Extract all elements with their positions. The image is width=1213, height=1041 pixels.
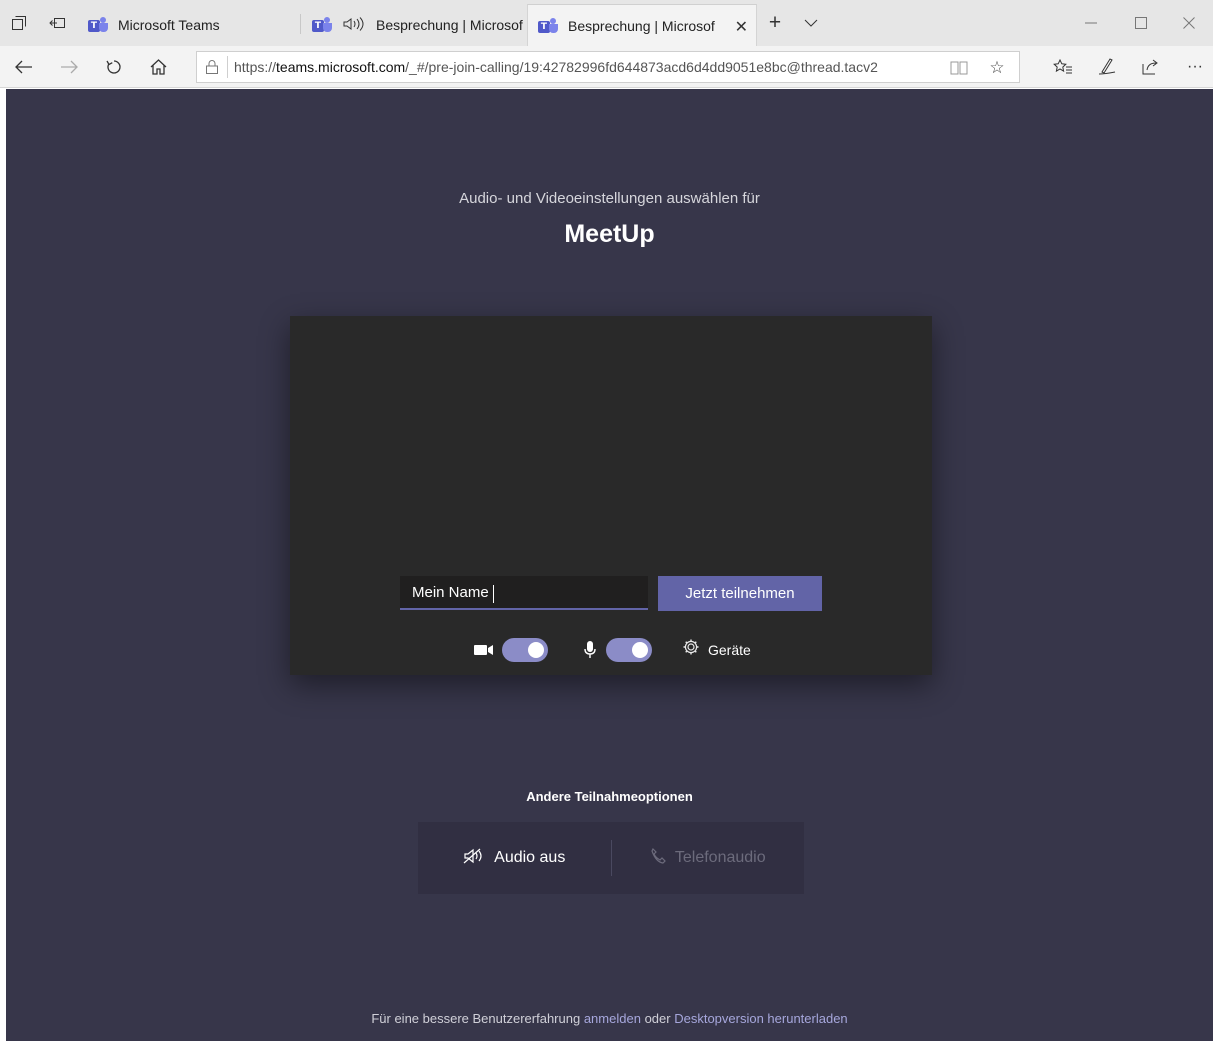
footer-hint: Für eine bessere Benutzererfahrung anmel… xyxy=(371,1011,848,1026)
meeting-title: MeetUp xyxy=(564,220,655,248)
devices-button[interactable]: Geräte xyxy=(682,638,751,661)
audio-off-label: Audio aus xyxy=(494,849,566,866)
tab-microsoft-teams[interactable]: T Microsoft Teams xyxy=(78,4,300,46)
phone-audio-label: Telefonaudio xyxy=(674,849,766,866)
join-now-button[interactable]: Jetzt teilnehmen xyxy=(658,576,822,611)
microphone-toggle[interactable] xyxy=(606,638,652,662)
prejoin-subtitle: Audio- und Videoeinstellungen auswählen … xyxy=(459,190,760,207)
sign-in-link[interactable]: anmelden xyxy=(584,1011,641,1026)
tab-title: Microsoft Teams xyxy=(118,17,220,33)
teams-prejoin-screen: Audio- und Videoeinstellungen auswählen … xyxy=(6,89,1213,1041)
teams-logo-icon: T xyxy=(312,17,332,33)
refresh-icon[interactable] xyxy=(97,50,131,84)
download-desktop-link[interactable]: Desktopversion herunterladen xyxy=(674,1011,847,1026)
phone-icon xyxy=(650,847,666,869)
camera-toggle[interactable] xyxy=(502,638,548,662)
video-preview-panel: Jetzt teilnehmen Geräte xyxy=(290,316,932,675)
speaker-audio-icon[interactable] xyxy=(342,16,368,34)
browser-toolbar: https://teams.microsoft.com/_#/pre-join-… xyxy=(0,46,1213,88)
share-icon[interactable] xyxy=(1134,50,1168,84)
maximize-icon[interactable] xyxy=(1117,8,1165,38)
camera-control xyxy=(474,637,548,663)
close-tab-icon[interactable]: ✕ xyxy=(735,17,748,37)
lock-icon[interactable] xyxy=(197,60,227,74)
audio-off-option[interactable]: Audio aus xyxy=(418,848,611,869)
close-window-icon[interactable] xyxy=(1165,8,1213,38)
microphone-control xyxy=(584,637,652,663)
tab-title: Besprechung | Microsof xyxy=(568,17,715,34)
phone-audio-option[interactable]: Telefonaudio xyxy=(612,847,805,869)
camera-icon xyxy=(474,644,494,656)
teams-logo-icon: T xyxy=(88,17,108,33)
speaker-muted-icon xyxy=(463,848,485,869)
url-text[interactable]: https://teams.microsoft.com/_#/pre-join-… xyxy=(234,59,934,75)
favorite-star-icon[interactable]: ☆ xyxy=(985,56,1009,80)
microphone-icon xyxy=(584,641,596,659)
back-arrow-icon[interactable] xyxy=(7,50,41,84)
tab-besprechung-active[interactable]: T Besprechung | Microsof ✕ xyxy=(527,4,757,46)
text-caret xyxy=(493,585,494,603)
other-options-title: Andere Teilnahmeoptionen xyxy=(526,789,693,804)
teams-logo-icon: T xyxy=(538,17,558,34)
new-tab-icon[interactable]: + xyxy=(758,6,792,40)
tab-besprechung-audio[interactable]: T Besprechung | Microsof xyxy=(302,4,526,46)
other-join-options: Audio aus Telefonaudio xyxy=(418,822,804,894)
forward-arrow-icon[interactable] xyxy=(52,50,86,84)
more-options-icon[interactable]: ··· xyxy=(1178,50,1212,84)
minimize-icon[interactable] xyxy=(1067,8,1115,38)
favorites-list-icon[interactable] xyxy=(1046,50,1080,84)
devices-label: Geräte xyxy=(708,641,751,658)
browser-tab-strip: T Microsoft Teams T Besprechung | Micros… xyxy=(0,0,1213,46)
address-bar[interactable]: https://teams.microsoft.com/_#/pre-join-… xyxy=(196,51,1020,83)
chevron-down-icon[interactable] xyxy=(794,6,828,40)
tab-title: Besprechung | Microsof xyxy=(376,17,523,33)
reading-view-icon[interactable] xyxy=(947,56,971,80)
set-aside-tabs-icon[interactable] xyxy=(40,6,74,40)
home-icon[interactable] xyxy=(141,50,175,84)
gear-icon xyxy=(682,638,700,661)
name-input[interactable] xyxy=(400,576,648,610)
pen-notes-icon[interactable] xyxy=(1090,50,1124,84)
tab-preview-icon[interactable] xyxy=(2,6,36,40)
